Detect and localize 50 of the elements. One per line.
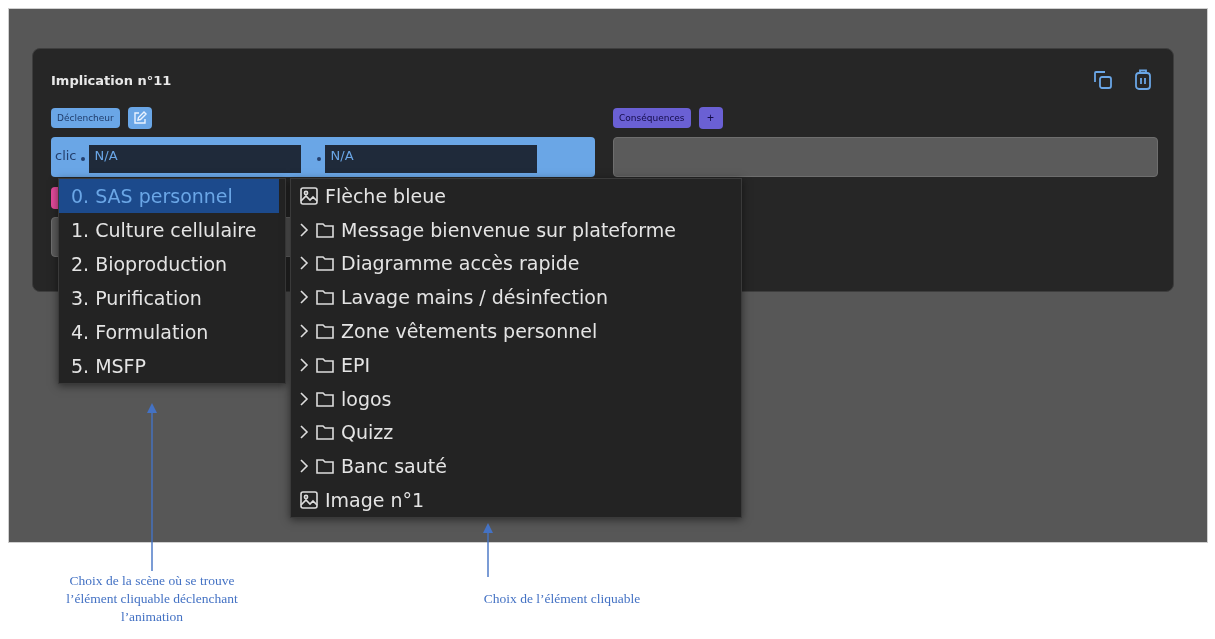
chevron-icon <box>299 458 309 475</box>
scene-select[interactable]: N/A <box>88 145 301 173</box>
image-icon <box>299 185 319 206</box>
chevron-icon <box>299 356 309 373</box>
trigger-label: Déclencheur <box>51 108 120 128</box>
trash-icon[interactable] <box>1134 69 1152 91</box>
chevron-icon <box>299 323 309 340</box>
chevron-icon <box>299 255 309 272</box>
copy-icon[interactable] <box>1092 69 1114 91</box>
add-button[interactable]: + <box>698 107 723 129</box>
chevron-icon <box>299 221 309 238</box>
element-option[interactable]: Image n°1 <box>325 489 425 512</box>
event-text: clic <box>55 148 77 163</box>
folder-icon <box>315 457 335 476</box>
consequences-label: Conséquences <box>613 108 691 128</box>
element-option[interactable]: Message bienvenue sur plateforme <box>341 218 677 241</box>
caption: Choix de la scène où se trouve l’élément cliquable déclenchant l’animation <box>65 572 239 626</box>
folder-icon <box>315 220 335 239</box>
element-option[interactable]: Quizz <box>341 421 394 444</box>
scene-option[interactable]: 2. Bioproduction <box>59 247 279 281</box>
element-option[interactable]: Flèche bleue <box>325 184 446 207</box>
scene-option[interactable]: 5. MSFP <box>59 349 279 383</box>
element-option[interactable]: Zone vêtements personnel <box>341 320 598 343</box>
scene-option[interactable]: 3. Purification <box>59 281 279 315</box>
element-option[interactable]: EPI <box>341 353 371 376</box>
card-title: Implication n°11 <box>51 72 172 88</box>
element-select[interactable]: N/A <box>324 145 537 173</box>
consequences-field[interactable] <box>613 137 1158 177</box>
separator-dot <box>80 157 85 161</box>
edit-icon <box>132 111 147 125</box>
folder-icon <box>315 288 335 307</box>
element-option[interactable]: Lavage mains / désinfection <box>341 286 608 309</box>
chevron-icon <box>299 424 309 441</box>
folder-icon <box>315 254 335 273</box>
element-option[interactable]: Banc sauté <box>341 455 447 478</box>
element-option[interactable]: logos <box>341 387 392 410</box>
scene-option[interactable]: 4. Formulation <box>59 315 279 349</box>
edit-button[interactable] <box>127 107 152 129</box>
chevron-icon <box>299 289 309 306</box>
chevron-icon <box>299 390 309 407</box>
scene-option[interactable]: 1. Culture cellulaire <box>59 213 279 247</box>
folder-icon <box>315 355 335 374</box>
image-icon <box>299 490 319 511</box>
folder-icon <box>315 423 335 442</box>
folder-icon <box>315 389 335 408</box>
folder-icon <box>315 322 335 341</box>
arrow <box>483 523 493 577</box>
element-option[interactable]: Diagramme accès rapide <box>341 252 580 275</box>
separator-dot <box>316 157 321 161</box>
caption: Choix de l’élément cliquable <box>482 590 642 608</box>
